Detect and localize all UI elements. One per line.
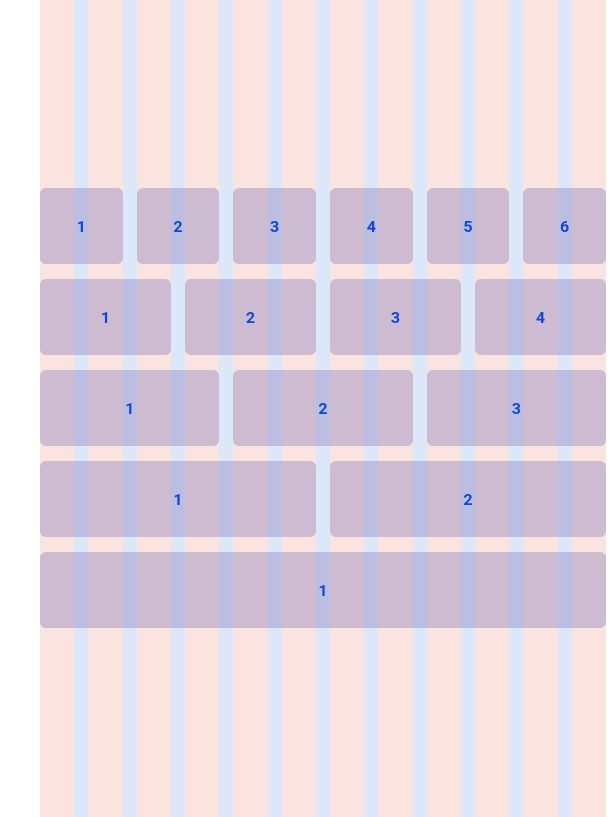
grid-cell: 3 (427, 370, 606, 446)
grid-cell: 1 (40, 461, 316, 537)
grid-cell: 3 (330, 279, 461, 355)
grid-cell: 6 (523, 188, 606, 264)
grid-cell: 1 (40, 188, 123, 264)
grid-cell: 3 (233, 188, 316, 264)
grid-row: 123 (40, 370, 606, 446)
grid-cell: 2 (330, 461, 606, 537)
grid-cell: 1 (40, 279, 171, 355)
grid-row: 123456 (40, 188, 606, 264)
grid-row: 1 (40, 552, 606, 628)
grid-cell: 4 (330, 188, 413, 264)
grid-row: 12 (40, 461, 606, 537)
grid-cell: 2 (137, 188, 220, 264)
grid-rows: 1234561234123121 (40, 188, 606, 628)
grid-diagram: 1234561234123121 (0, 0, 612, 817)
grid-cell: 4 (475, 279, 606, 355)
grid-row: 1234 (40, 279, 606, 355)
grid-cell: 1 (40, 552, 606, 628)
grid-cell: 5 (427, 188, 510, 264)
grid-cell: 2 (185, 279, 316, 355)
grid-cell: 2 (233, 370, 412, 446)
grid-cell: 1 (40, 370, 219, 446)
